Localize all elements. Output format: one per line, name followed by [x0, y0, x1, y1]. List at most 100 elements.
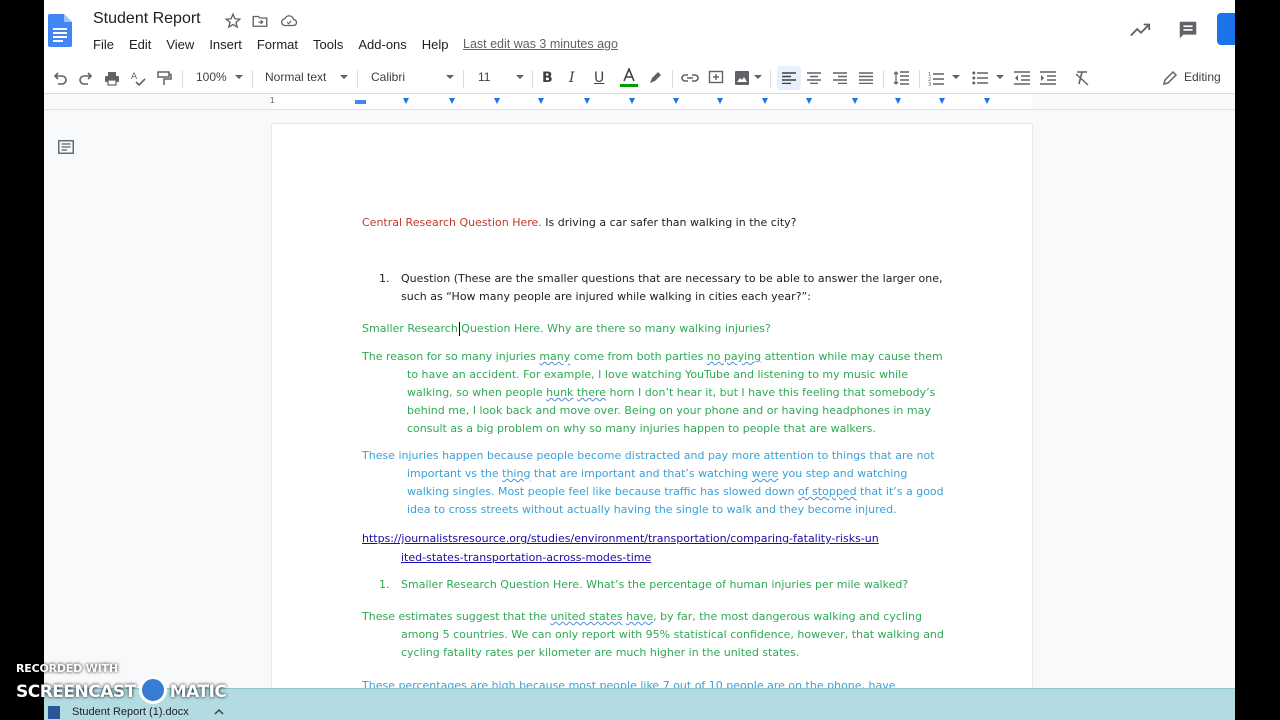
zoom-select[interactable]: 100%: [196, 70, 227, 84]
comments-icon[interactable]: [1177, 19, 1199, 41]
align-left-icon[interactable]: [777, 66, 801, 90]
central-question-paragraph[interactable]: Central Research Question Here. Is drivi…: [362, 214, 797, 232]
tab-stop-marker[interactable]: [629, 98, 635, 104]
google-docs-window: Student Report File Edit View Insert For…: [44, 0, 1235, 720]
menu-help[interactable]: Help: [422, 37, 449, 52]
paragraph-line: idea to cross streets without actually h…: [407, 503, 897, 516]
share-button[interactable]: [1217, 13, 1235, 45]
tab-stop-marker[interactable]: [852, 98, 858, 104]
bulleted-list-chevron-icon[interactable]: [996, 75, 1004, 79]
numbered-list-icon[interactable]: 123: [928, 68, 944, 88]
tab-stop-marker[interactable]: [449, 98, 455, 104]
toolbar-divider: [182, 70, 183, 88]
tab-stop-marker[interactable]: [403, 98, 409, 104]
menu-addons[interactable]: Add-ons: [358, 37, 406, 52]
numbered-list-chevron-icon[interactable]: [952, 75, 960, 79]
document-page[interactable]: Central Research Question Here. Is drivi…: [272, 124, 1032, 720]
right-indent-marker[interactable]: [939, 98, 945, 104]
menu-insert[interactable]: Insert: [209, 37, 242, 52]
zoom-chevron-icon[interactable]: [235, 75, 243, 79]
underline-icon[interactable]: U: [594, 68, 604, 88]
menu-file[interactable]: File: [93, 37, 114, 52]
align-right-icon[interactable]: [833, 68, 847, 88]
paint-format-icon[interactable]: [156, 68, 172, 88]
svg-text:A: A: [131, 72, 138, 82]
text-cursor: [459, 322, 460, 336]
menu-format[interactable]: Format: [257, 37, 298, 52]
activity-dashboard-icon[interactable]: [1129, 20, 1151, 40]
editing-mode-icon[interactable]: [1162, 68, 1178, 88]
tab-stop-marker[interactable]: [895, 98, 901, 104]
undo-icon[interactable]: [52, 68, 68, 88]
svg-text:3: 3: [928, 82, 931, 86]
tab-stop-marker[interactable]: [984, 98, 990, 104]
font-chevron-icon[interactable]: [446, 75, 454, 79]
decrease-indent-icon[interactable]: [1014, 68, 1030, 88]
redo-icon[interactable]: [78, 68, 94, 88]
paragraph-line: to have an accident. For example, I love…: [407, 368, 909, 381]
list-item-line: such as “How many people are injured whi…: [401, 290, 811, 303]
paragraph-line: consult as a big problem on why so many …: [407, 422, 876, 435]
tab-stop-marker[interactable]: [762, 98, 768, 104]
toolbar-divider: [883, 70, 884, 88]
increase-indent-icon[interactable]: [1040, 68, 1056, 88]
spellcheck-icon[interactable]: A: [130, 68, 146, 88]
clear-formatting-icon[interactable]: [1074, 68, 1090, 88]
justify-icon[interactable]: [859, 68, 873, 88]
font-size-select[interactable]: 11: [478, 70, 490, 84]
paragraph-line: The reason for so many injuries many com…: [362, 350, 943, 363]
paragraph-line: These estimates suggest that the united …: [362, 610, 922, 623]
insert-image-icon[interactable]: [734, 68, 750, 88]
insert-link-icon[interactable]: [681, 68, 699, 88]
line-spacing-icon[interactable]: [893, 68, 909, 88]
central-question-text: Is driving a car safer than walking in t…: [541, 216, 797, 229]
tab-stop-marker[interactable]: [806, 98, 812, 104]
chevron-up-icon[interactable]: [214, 708, 224, 716]
highlight-color-icon[interactable]: [647, 68, 663, 88]
font-select[interactable]: Calibri: [371, 70, 405, 84]
paragraph-style-select[interactable]: Normal text: [265, 70, 326, 84]
tab-stop-marker[interactable]: [717, 98, 723, 104]
link-line: ited-states-transportation-across-modes-…: [401, 551, 652, 564]
toolbar-divider: [357, 70, 358, 88]
editing-mode-label[interactable]: Editing: [1184, 70, 1221, 84]
tab-stop-marker[interactable]: [584, 98, 590, 104]
smaller-question-heading[interactable]: Smaller Research Question Here. Why are …: [362, 320, 771, 338]
menu-edit[interactable]: Edit: [129, 37, 151, 52]
cloud-saved-icon[interactable]: [280, 12, 298, 30]
paragraph-line: walking singles. Most people feel like b…: [407, 485, 944, 498]
text-color-icon[interactable]: [620, 68, 638, 88]
source-link[interactable]: https://journalistsresource.org/studies/…: [362, 529, 879, 567]
size-chevron-icon[interactable]: [516, 75, 524, 79]
tab-stop-marker[interactable]: [494, 98, 500, 104]
print-icon[interactable]: [104, 68, 120, 88]
watermark-logo: SCREENCAST MATIC: [16, 676, 227, 706]
menu-view[interactable]: View: [166, 37, 194, 52]
download-file-name[interactable]: Student Report (1).docx: [72, 706, 189, 718]
list-item-question[interactable]: Question (These are the smaller question…: [401, 270, 943, 306]
screencast-watermark: RECORDED WITH SCREENCAST MATIC: [16, 662, 227, 704]
body-paragraph[interactable]: These injuries happen because people bec…: [362, 447, 944, 519]
style-chevron-icon[interactable]: [340, 75, 348, 79]
add-comment-icon[interactable]: [708, 68, 724, 88]
tab-stop-marker[interactable]: [673, 98, 679, 104]
bulleted-list-icon[interactable]: [972, 68, 988, 88]
bold-icon[interactable]: B: [542, 68, 553, 88]
document-outline-icon[interactable]: [58, 140, 74, 154]
body-paragraph[interactable]: The reason for so many injuries many com…: [362, 348, 943, 438]
star-icon[interactable]: [224, 12, 242, 30]
first-line-indent-handle[interactable]: [355, 100, 366, 104]
smaller-question-heading-2[interactable]: Smaller Research Question Here. What’s t…: [401, 576, 908, 594]
watermark-right-text: MATIC: [169, 682, 227, 702]
move-folder-icon[interactable]: [251, 12, 269, 30]
body-paragraph[interactable]: These estimates suggest that the united …: [362, 608, 944, 662]
image-chevron-icon[interactable]: [754, 75, 762, 79]
align-center-icon[interactable]: [807, 68, 821, 88]
menu-tools[interactable]: Tools: [313, 37, 343, 52]
docs-logo-icon[interactable]: [48, 14, 72, 47]
document-title[interactable]: Student Report: [93, 10, 201, 28]
list-number: 1.: [379, 578, 390, 591]
tab-stop-marker[interactable]: [538, 98, 544, 104]
italic-icon[interactable]: I: [569, 68, 575, 88]
last-edit-link[interactable]: Last edit was 3 minutes ago: [463, 37, 618, 51]
